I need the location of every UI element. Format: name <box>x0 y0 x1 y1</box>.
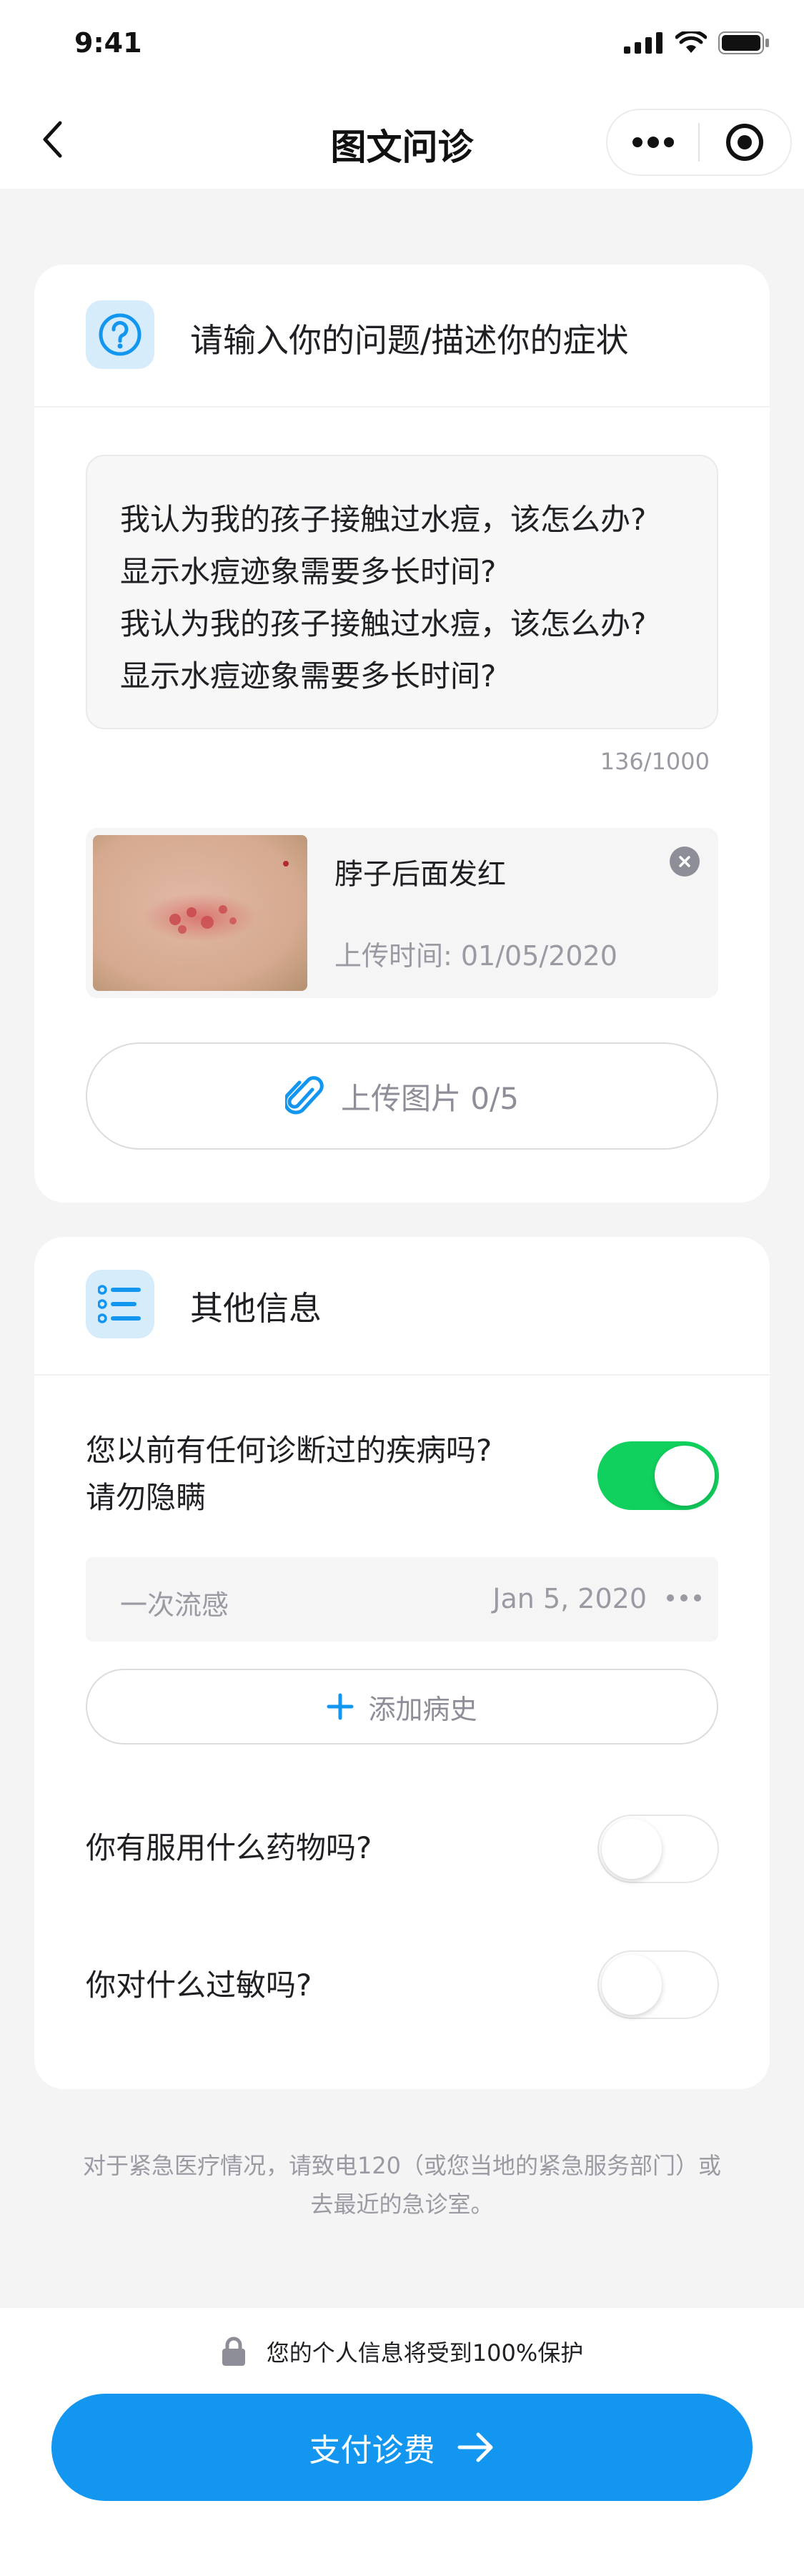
other-info-card: 其他信息 您以前有任何诊断过的疾病吗? 请勿隐瞒 一次流感 Jan 5, 202… <box>34 1237 770 2089</box>
question-line: 显示水痘迹象需要多长时间? <box>120 554 497 589</box>
question-line: 我认为我的孩子接触过水痘，该怎么办? <box>120 502 647 537</box>
wifi-icon <box>675 31 707 53</box>
question-textarea[interactable]: 我认为我的孩子接触过水痘，该怎么办? 显示水痘迹象需要多长时间? 我认为我的孩子… <box>86 455 718 729</box>
upload-image-label: 上传图片 0/5 <box>341 1080 519 1116</box>
other-info-header: 其他信息 <box>34 1237 770 1376</box>
question-card-title: 请输入你的问题/描述你的症状 <box>190 321 629 360</box>
target-circle-icon <box>726 124 764 161</box>
diagnosed-disease-question-hint: 请勿隐瞒 <box>86 1480 207 1515</box>
question-card: 请输入你的问题/描述你的症状 我认为我的孩子接触过水痘，该怎么办? 显示水痘迹象… <box>34 265 770 1203</box>
medical-history-date: Jan 5, 2020 <box>492 1583 647 1614</box>
list-icon-badge <box>86 1270 154 1338</box>
allergy-question: 你对什么过敏吗? <box>86 1968 312 2003</box>
medical-history-item[interactable]: 一次流感 Jan 5, 2020 <box>86 1557 718 1642</box>
question-card-header: 请输入你的问题/描述你的症状 <box>34 265 770 408</box>
question-mark-icon <box>99 313 142 356</box>
allergy-toggle[interactable] <box>597 1950 719 2019</box>
toggle-knob <box>655 1446 715 1506</box>
question-line: 我认为我的孩子接触过水痘，该怎么办? <box>120 606 647 641</box>
paperclip-icon <box>285 1076 324 1115</box>
diagnosed-disease-question-line: 您以前有任何诊断过的疾病吗? <box>86 1433 492 1468</box>
lock-icon <box>222 2336 245 2366</box>
status-icons <box>624 31 770 54</box>
plus-icon <box>327 1693 354 1720</box>
other-info-title: 其他信息 <box>190 1289 322 1328</box>
footer-bar: 您的个人信息将受到100%保护 支付诊费 <box>0 2308 804 2576</box>
question-icon-badge <box>86 300 154 369</box>
toggle-knob <box>602 1819 662 1879</box>
medication-toggle[interactable] <box>597 1815 719 1883</box>
emergency-disclaimer: 对于紧急医疗情况，请致电120（或您当地的紧急服务部门）或 去最近的急诊室。 <box>57 2146 747 2224</box>
medical-history-name: 一次流感 <box>120 1589 229 1621</box>
arrow-right-icon <box>457 2432 492 2462</box>
uploaded-image-title: 脖子后面发红 <box>334 858 506 891</box>
mini-program-capsule <box>606 109 792 176</box>
uploaded-image-thumbnail[interactable] <box>93 835 307 991</box>
uploaded-image-item[interactable]: 脖子后面发红 上传时间: 01/05/2020 <box>86 828 718 998</box>
remove-image-button[interactable] <box>670 847 700 877</box>
cellular-signal-icon <box>624 32 662 54</box>
uploaded-image-time: 上传时间: 01/05/2020 <box>334 940 617 972</box>
rash-photo-image <box>93 835 307 991</box>
pay-fee-button[interactable]: 支付诊费 <box>51 2394 753 2501</box>
privacy-notice: 您的个人信息将受到100%保护 <box>0 2335 804 2368</box>
add-medical-history-button[interactable]: 添加病史 <box>86 1669 718 1745</box>
status-time: 9:41 <box>74 27 142 59</box>
upload-image-button[interactable]: 上传图片 0/5 <box>86 1042 718 1150</box>
list-icon <box>98 1285 141 1323</box>
nav-bar: 图文问诊 <box>0 93 804 189</box>
question-line: 显示水痘迹象需要多长时间? <box>120 658 497 694</box>
diagnosed-disease-question: 您以前有任何诊断过的疾病吗? 请勿隐瞒 <box>86 1427 492 1521</box>
close-icon <box>679 856 690 867</box>
medication-question: 你有服用什么药物吗? <box>86 1830 372 1865</box>
more-horizontal-icon[interactable] <box>667 1594 701 1602</box>
privacy-text: 您的个人信息将受到100%保护 <box>266 2339 584 2367</box>
more-dots-icon <box>632 137 674 148</box>
char-count: 136/1000 <box>600 748 710 775</box>
more-button[interactable] <box>607 110 698 174</box>
battery-icon <box>718 31 769 54</box>
disclaimer-line: 对于紧急医疗情况，请致电120（或您当地的紧急服务部门）或 <box>82 2152 722 2179</box>
add-medical-history-label: 添加病史 <box>368 1693 477 1725</box>
diagnosed-disease-toggle[interactable] <box>597 1441 719 1510</box>
close-program-button[interactable] <box>700 110 790 174</box>
disclaimer-line: 去最近的急诊室。 <box>310 2191 494 2218</box>
pay-fee-label: 支付诊费 <box>309 2432 435 2469</box>
status-bar: 9:41 <box>0 0 804 93</box>
toggle-knob <box>602 1955 662 2015</box>
